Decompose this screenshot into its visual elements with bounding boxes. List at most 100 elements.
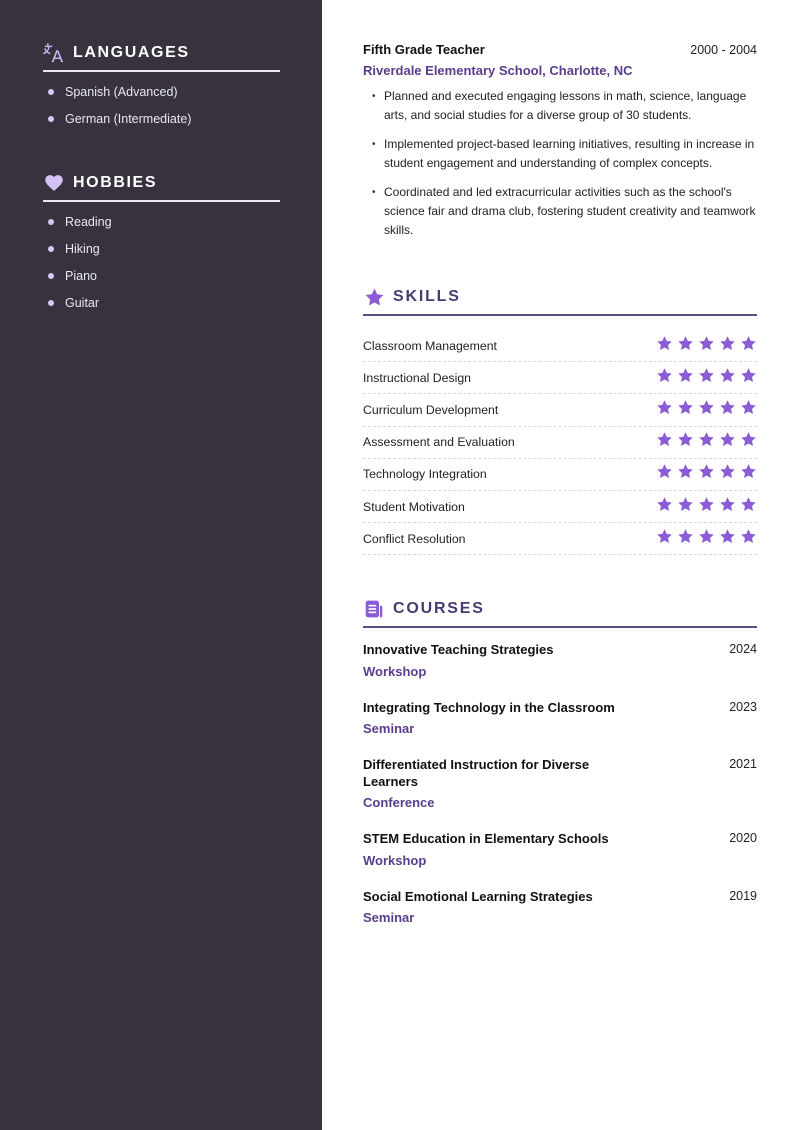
- document-icon: [363, 598, 385, 620]
- star-filled-icon: [677, 463, 694, 485]
- star-filled-icon: [677, 431, 694, 453]
- languages-title: LANGUAGES: [73, 44, 190, 61]
- star-filled-icon: [656, 335, 673, 357]
- languages-list: Spanish (Advanced) German (Intermediate): [43, 84, 280, 138]
- star-filled-icon: [677, 528, 694, 550]
- course-item: Differentiated Instruction for Diverse L…: [363, 757, 757, 810]
- skill-row: Student Motivation: [363, 491, 757, 524]
- star-filled-icon: [719, 399, 736, 421]
- star-filled-icon: [698, 335, 715, 357]
- job-bullet: Planned and executed engaging lessons in…: [363, 87, 757, 125]
- star-filled-icon: [677, 496, 694, 518]
- job-bullet: Implemented project-based learning initi…: [363, 135, 757, 173]
- skill-name: Student Motivation: [363, 499, 465, 514]
- language-item: Spanish (Advanced): [43, 84, 280, 111]
- star-filled-icon: [698, 496, 715, 518]
- courses-list: Innovative Teaching Strategies Workshop 20…: [363, 642, 757, 925]
- skills-title: SKILLS: [393, 288, 461, 305]
- job-title: Fifth Grade Teacher: [363, 42, 485, 57]
- star-filled-icon: [740, 367, 757, 389]
- skill-rating: [656, 431, 757, 453]
- sidebar: LANGUAGES Spanish (Advanced) German (Int…: [0, 0, 322, 1130]
- star-filled-icon: [740, 496, 757, 518]
- course-title: Differentiated Instruction for Diverse L…: [363, 757, 590, 789]
- language-item: German (Intermediate): [43, 111, 280, 138]
- hobbies-list: Reading Hiking Piano Guitar: [43, 214, 280, 322]
- course-info: STEM Education in Elementary Schools Work…: [363, 831, 633, 868]
- heart-icon: [43, 172, 65, 194]
- star-filled-icon: [698, 463, 715, 485]
- skills-list: Classroom Management Instructional Design…: [363, 330, 757, 556]
- skill-row: Assessment and Evaluation: [363, 427, 757, 459]
- hobbies-title: HOBBIES: [73, 174, 158, 191]
- course-year: 2023: [729, 699, 757, 714]
- skill-row: Instructional Design: [363, 362, 757, 395]
- star-filled-icon: [677, 399, 694, 421]
- hobby-item: Hiking: [43, 241, 280, 268]
- courses-header: COURSES: [363, 596, 757, 628]
- course-info: Social Emotional Learning Strategies Semi…: [363, 889, 633, 926]
- star-filled-icon: [740, 335, 757, 357]
- course-title: Integrating Technology in the Classroom: [363, 699, 615, 715]
- hobby-item: Reading: [43, 214, 280, 241]
- star-filled-icon: [719, 367, 736, 389]
- skill-row: Classroom Management: [363, 330, 757, 363]
- course-item: Innovative Teaching Strategies Workshop 20…: [363, 642, 757, 679]
- star-filled-icon: [656, 528, 673, 550]
- languages-header: LANGUAGES: [43, 40, 280, 72]
- star-filled-icon: [740, 431, 757, 453]
- skills-header: SKILLS: [363, 284, 757, 316]
- skill-rating: [656, 399, 757, 421]
- course-type: Conference: [363, 795, 435, 810]
- skills-section: SKILLS Classroom Management Instructional…: [363, 284, 757, 556]
- course-info: Integrating Technology in the Classroom S…: [363, 700, 633, 737]
- skill-rating: [656, 528, 757, 550]
- star-filled-icon: [719, 431, 736, 453]
- star-filled-icon: [719, 528, 736, 550]
- job-organization: Riverdale Elementary School, Charlotte, …: [363, 63, 633, 78]
- star-filled-icon: [740, 399, 757, 421]
- star-filled-icon: [698, 528, 715, 550]
- experience-entry: Fifth Grade Teacher 2000 - 2004 Riverdal…: [363, 42, 757, 250]
- skill-name: Instructional Design: [363, 370, 471, 385]
- star-filled-icon: [656, 367, 673, 389]
- course-type: Seminar: [363, 721, 415, 736]
- course-type: Workshop: [363, 663, 427, 679]
- job-date: 2000 - 2004: [690, 43, 757, 57]
- hobbies-section: HOBBIES Reading Hiking Piano Guitar: [43, 170, 280, 322]
- skill-rating: [656, 463, 757, 485]
- job-bullets: Planned and executed engaging lessons in…: [363, 87, 757, 240]
- skill-rating: [656, 367, 757, 389]
- skill-name: Conflict Resolution: [363, 531, 466, 546]
- star-filled-icon: [719, 463, 736, 485]
- course-year: 2021: [729, 757, 757, 771]
- star-filled-icon: [719, 335, 736, 357]
- translate-icon: [43, 42, 65, 64]
- star-filled-icon: [719, 496, 736, 518]
- skill-name: Classroom Management: [363, 338, 497, 353]
- star-filled-icon: [677, 367, 694, 389]
- course-year: 2019: [729, 888, 757, 903]
- star-filled-icon: [656, 431, 673, 453]
- skill-row: Curriculum Development: [363, 394, 757, 427]
- course-title: Social Emotional Learning Strategies: [363, 888, 593, 904]
- course-info: Innovative Teaching Strategies Workshop: [363, 642, 633, 679]
- languages-section: LANGUAGES Spanish (Advanced) German (Int…: [43, 40, 280, 138]
- skill-rating: [656, 335, 757, 357]
- star-filled-icon: [698, 367, 715, 389]
- star-filled-icon: [677, 335, 694, 357]
- course-info: Differentiated Instruction for Diverse L…: [363, 757, 633, 810]
- course-title: Innovative Teaching Strategies: [363, 642, 554, 657]
- star-icon: [363, 286, 385, 308]
- skill-name: Curriculum Development: [363, 402, 499, 417]
- hobby-item: Piano: [43, 268, 280, 295]
- skill-name: Technology Integration: [363, 467, 487, 482]
- course-title: STEM Education in Elementary Schools: [363, 831, 609, 846]
- course-item: Integrating Technology in the Classroom S…: [363, 700, 757, 737]
- star-filled-icon: [656, 399, 673, 421]
- courses-section: COURSES Innovative Teaching Strategies Wo…: [363, 596, 757, 946]
- star-filled-icon: [740, 463, 757, 485]
- hobbies-header: HOBBIES: [43, 170, 280, 202]
- star-filled-icon: [656, 496, 673, 518]
- star-filled-icon: [656, 463, 673, 485]
